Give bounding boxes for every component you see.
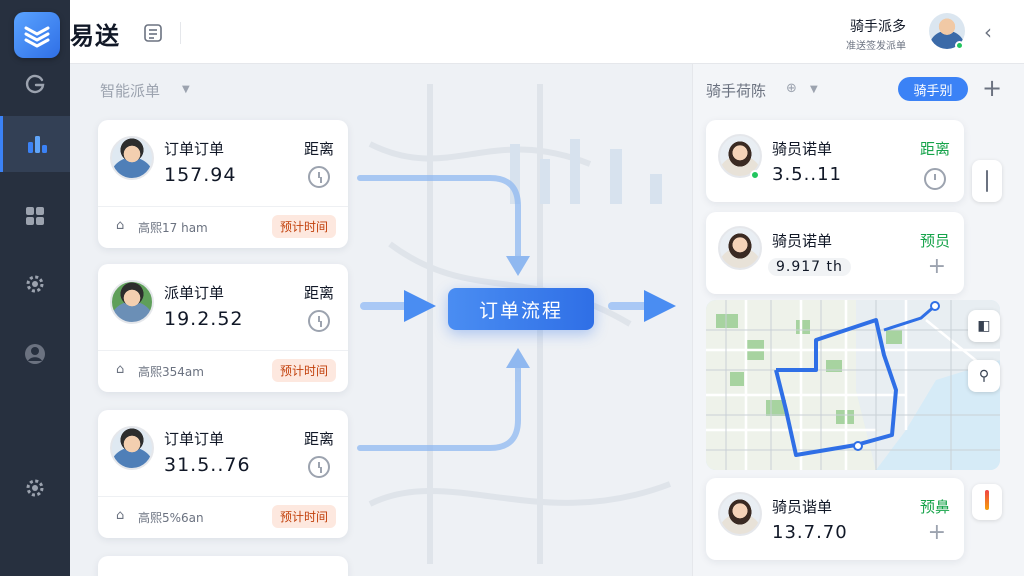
add-icon[interactable]: + <box>928 520 946 545</box>
online-status-dot <box>955 41 964 50</box>
layers-icon[interactable]: ◧ <box>968 310 1000 342</box>
app-title: 易送 <box>70 22 120 50</box>
lock-icon: ⊕ <box>786 81 797 96</box>
order-card[interactable]: 派单订单 19.2.52 距离 ⌂ 高熙354am 预计时间 <box>98 264 348 392</box>
clock-icon <box>308 166 330 188</box>
rider-filter-button[interactable]: 骑手别 <box>898 77 968 101</box>
divider <box>98 350 348 351</box>
order-title: 订单订单 <box>164 430 225 448</box>
grid-icon[interactable] <box>0 188 70 244</box>
rider-title: 骑员谐单 <box>772 498 833 516</box>
add-icon[interactable]: + <box>982 74 1002 102</box>
order-card[interactable]: 订单订单 157.94 距离 ⌂ 高熙17 ham 预计时间 <box>98 120 348 248</box>
clock-icon <box>308 456 330 478</box>
settings-icon[interactable] <box>0 256 70 312</box>
user-icon[interactable] <box>0 326 70 382</box>
order-card[interactable]: 订单订单 31.5..76 距离 ⌂ 高熙5%6an 预计时间 <box>98 410 348 538</box>
order-value: 157.94 <box>164 164 237 186</box>
lock-icon: ⌂ <box>116 218 125 233</box>
arrow-up-icon <box>506 348 530 368</box>
avatar <box>110 426 154 470</box>
rider-card[interactable]: 骑员诺单 3.5..11 距离 <box>706 120 964 202</box>
rider-value: 9.917 th <box>768 258 851 276</box>
eta-badge: 预计时间 <box>271 359 336 382</box>
rider-card[interactable]: 骑员诺单 9.917 th 预员 + <box>706 212 964 294</box>
distance-label: 距离 <box>303 430 334 448</box>
order-card-partial[interactable] <box>98 556 348 576</box>
rider-panel-title: 骑手荷陈 <box>706 82 767 100</box>
order-title: 订单订单 <box>164 140 225 158</box>
order-footer: 高熙354am <box>138 365 204 379</box>
distance-label: 距离 <box>303 284 334 302</box>
location-pin-icon[interactable]: ⚲ <box>968 360 1000 392</box>
rider-value: 13.7.70 <box>772 522 848 543</box>
order-footer: 高熙5%6an <box>138 511 204 525</box>
chevron-left-icon[interactable]: ‹ <box>984 20 992 44</box>
rider-title: 骑员诺单 <box>772 232 833 250</box>
section-title: 智能派单 <box>100 82 161 100</box>
online-status-dot <box>750 170 760 180</box>
clock-icon <box>308 310 330 332</box>
order-value: 19.2.52 <box>164 308 244 330</box>
document-icon[interactable] <box>142 22 164 48</box>
avatar <box>718 226 762 270</box>
user-name: 骑手派多 <box>850 19 906 35</box>
chevron-down-icon[interactable]: ▼ <box>810 84 818 95</box>
avatar <box>110 136 154 180</box>
avatar <box>110 280 154 324</box>
order-footer: 高熙17 ham <box>138 221 208 235</box>
arrow-right-icon <box>404 290 436 322</box>
rider-status: 预员 <box>919 232 950 250</box>
lock-icon: ⌂ <box>116 508 125 523</box>
map-graphic <box>706 300 1000 470</box>
refresh-icon[interactable] <box>0 56 70 112</box>
add-icon[interactable]: + <box>928 254 946 279</box>
settings-icon[interactable] <box>0 460 70 516</box>
rider-status: 预鼻 <box>919 498 950 516</box>
avatar <box>718 492 762 536</box>
rider-card[interactable]: 骑员谐单 13.7.70 预鼻 + <box>706 478 964 560</box>
arrow-down-icon <box>506 256 530 276</box>
eta-badge: 预计时间 <box>271 505 336 528</box>
rider-title: 骑员诺单 <box>772 140 833 158</box>
lock-icon: ⌂ <box>116 362 125 377</box>
order-flow-button[interactable]: 订单流程 <box>448 288 594 330</box>
order-value: 31.5..76 <box>164 454 251 476</box>
distance-label: 距离 <box>303 140 334 158</box>
user-subtitle: 准送签发派单 <box>846 41 906 52</box>
divider <box>98 206 348 207</box>
eta-badge: 预计时间 <box>271 215 336 238</box>
scroll-handle[interactable] <box>972 160 1002 202</box>
chevron-down-icon[interactable]: ▼ <box>182 84 190 95</box>
header-divider <box>180 22 181 44</box>
order-title: 派单订单 <box>164 284 225 302</box>
divider <box>98 496 348 497</box>
chart-icon[interactable] <box>0 116 70 172</box>
rider-value: 3.5..11 <box>772 164 842 185</box>
thermometer-icon[interactable] <box>972 484 1002 520</box>
clock-icon <box>924 168 946 190</box>
rider-status: 距离 <box>919 140 950 158</box>
route-map[interactable] <box>706 300 1000 470</box>
arrow-right-icon <box>644 290 676 322</box>
logo-icon[interactable] <box>14 12 60 58</box>
